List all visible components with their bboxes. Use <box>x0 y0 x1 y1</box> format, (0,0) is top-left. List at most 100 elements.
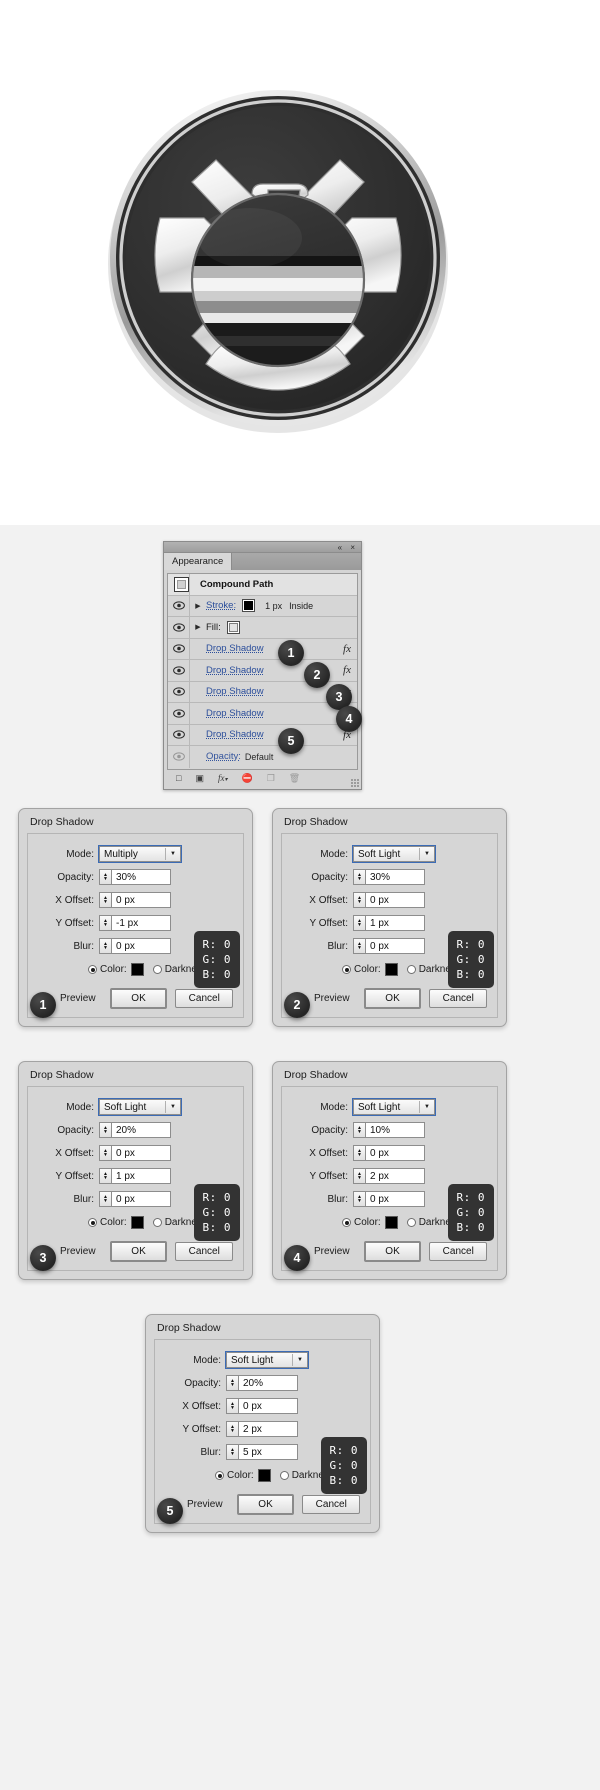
expand-triangle-icon[interactable]: ▶ <box>190 596 206 617</box>
duplicate-item-icon[interactable]: ❐ <box>267 773 275 783</box>
visibility-eye-icon[interactable] <box>168 660 190 681</box>
shadow-color-swatch[interactable] <box>130 963 144 976</box>
opacity-input[interactable]: 30% <box>365 869 425 885</box>
ok-button[interactable]: OK <box>236 1494 295 1515</box>
appearance-row-drop-shadow-4[interactable]: ▶ Drop Shadow fx <box>168 703 357 725</box>
visibility-eye-icon-disabled[interactable] <box>168 746 190 768</box>
tab-appearance[interactable]: Appearance <box>164 553 233 570</box>
x-offset-stepper[interactable]: ▲ ▼ <box>353 892 365 908</box>
cancel-button[interactable]: Cancel <box>429 1242 487 1261</box>
preview-label[interactable]: Preview <box>187 1499 223 1510</box>
drop-shadow-label[interactable]: Drop Shadow <box>206 643 264 654</box>
blending-mode-select[interactable]: Multiply ▼ <box>98 845 182 863</box>
darkness-radio[interactable] <box>279 1471 289 1480</box>
blur-stepper[interactable]: ▲ ▼ <box>353 938 365 954</box>
x-offset-input[interactable]: 0 px <box>238 1398 298 1414</box>
cancel-button[interactable]: Cancel <box>302 1495 360 1514</box>
drop-shadow-dialog-4[interactable]: Drop Shadow Mode: Soft Light ▼ Opacity: … <box>272 1061 507 1280</box>
darkness-radio[interactable] <box>406 1218 416 1227</box>
color-radio[interactable] <box>342 1218 351 1227</box>
blur-stepper[interactable]: ▲ ▼ <box>99 938 111 954</box>
ok-button[interactable]: OK <box>363 1241 422 1262</box>
appearance-panel[interactable]: « × Appearance Compound Path ▶ Stroke: 1… <box>163 541 362 790</box>
visibility-eye-icon[interactable] <box>168 681 190 702</box>
opacity-stepper[interactable]: ▲ ▼ <box>99 869 111 885</box>
x-offset-stepper[interactable]: ▲ ▼ <box>226 1398 238 1414</box>
cancel-button[interactable]: Cancel <box>429 989 487 1008</box>
blur-stepper[interactable]: ▲ ▼ <box>99 1191 111 1207</box>
opacity-input[interactable]: 20% <box>111 1122 171 1138</box>
drop-shadow-dialog-5[interactable]: Drop Shadow Mode: Soft Light ▼ Opacity: … <box>145 1314 380 1533</box>
appearance-row-fill[interactable]: ▶ Fill: <box>168 617 357 639</box>
shadow-color-swatch[interactable] <box>257 1469 271 1482</box>
drop-shadow-label[interactable]: Drop Shadow <box>206 708 264 719</box>
appearance-row-drop-shadow-1[interactable]: ▶ Drop Shadow fx <box>168 638 357 660</box>
new-art-basic-appearance-icon[interactable]: □ <box>176 773 181 783</box>
stroke-label[interactable]: Stroke: <box>206 600 236 611</box>
shadow-color-swatch[interactable] <box>384 1216 398 1229</box>
visibility-eye-icon[interactable] <box>168 638 190 659</box>
no-effect-icon[interactable]: ⛔ <box>241 773 252 783</box>
y-offset-input[interactable]: 1 px <box>365 915 425 931</box>
darkness-radio[interactable] <box>152 965 162 974</box>
appearance-panel-footer[interactable]: □ ▣ fx▾ ⛔ ❐ 🗑 <box>167 770 358 786</box>
chevron-down-icon[interactable]: ▼ <box>167 1101 179 1113</box>
ok-button[interactable]: OK <box>109 988 168 1009</box>
preview-label[interactable]: Preview <box>60 1246 96 1257</box>
x-offset-stepper[interactable]: ▲ ▼ <box>99 1145 111 1161</box>
x-offset-stepper[interactable]: ▲ ▼ <box>99 892 111 908</box>
blur-input[interactable]: 0 px <box>365 938 425 954</box>
opacity-stepper[interactable]: ▲ ▼ <box>353 869 365 885</box>
opacity-label[interactable]: Opacity: <box>206 751 241 762</box>
darkness-radio[interactable] <box>406 965 416 974</box>
blur-input[interactable]: 0 px <box>365 1191 425 1207</box>
y-offset-stepper[interactable]: ▲ ▼ <box>99 915 111 931</box>
color-radio[interactable] <box>342 965 351 974</box>
blur-stepper[interactable]: ▲ ▼ <box>353 1191 365 1207</box>
drop-shadow-dialog-1[interactable]: Drop Shadow Mode: Multiply ▼ Opacity: ▲ ▼… <box>18 808 253 1027</box>
y-offset-input[interactable]: 2 px <box>238 1421 298 1437</box>
visibility-eye-icon[interactable] <box>168 617 190 638</box>
y-offset-input[interactable]: -1 px <box>111 915 171 931</box>
chevron-down-icon[interactable]: ▼ <box>294 1354 306 1366</box>
ok-button[interactable]: OK <box>109 1241 168 1262</box>
drop-shadow-dialog-3[interactable]: Drop Shadow Mode: Soft Light ▼ Opacity: … <box>18 1061 253 1280</box>
y-offset-stepper[interactable]: ▲ ▼ <box>353 1168 365 1184</box>
appearance-row-drop-shadow-5[interactable]: ▶ Drop Shadow fx <box>168 724 357 746</box>
drop-shadow-label[interactable]: Drop Shadow <box>206 686 264 697</box>
delete-item-icon[interactable]: 🗑 <box>289 773 300 783</box>
y-offset-input[interactable]: 2 px <box>365 1168 425 1184</box>
appearance-row-stroke[interactable]: ▶ Stroke: 1 px Inside <box>168 595 357 617</box>
ok-button[interactable]: OK <box>363 988 422 1009</box>
y-offset-stepper[interactable]: ▲ ▼ <box>99 1168 111 1184</box>
blur-stepper[interactable]: ▲ ▼ <box>226 1444 238 1460</box>
opacity-stepper[interactable]: ▲ ▼ <box>99 1122 111 1138</box>
fx-icon[interactable]: fx <box>343 643 351 655</box>
chevron-down-icon[interactable]: ▼ <box>167 848 179 860</box>
drop-shadow-label[interactable]: Drop Shadow <box>206 665 264 676</box>
blur-input[interactable]: 0 px <box>111 1191 171 1207</box>
visibility-eye-icon[interactable] <box>168 595 190 616</box>
opacity-input[interactable]: 10% <box>365 1122 425 1138</box>
color-radio[interactable] <box>215 1471 224 1480</box>
preview-label[interactable]: Preview <box>314 1246 350 1257</box>
x-offset-input[interactable]: 0 px <box>365 892 425 908</box>
y-offset-stepper[interactable]: ▲ ▼ <box>226 1421 238 1437</box>
opacity-stepper[interactable]: ▲ ▼ <box>226 1375 238 1391</box>
preview-label[interactable]: Preview <box>314 993 350 1004</box>
blur-input[interactable]: 0 px <box>111 938 171 954</box>
blending-mode-select[interactable]: Soft Light ▼ <box>225 1351 309 1369</box>
x-offset-input[interactable]: 0 px <box>365 1145 425 1161</box>
panel-resize-grip[interactable] <box>351 779 359 787</box>
panel-tab-row[interactable]: Appearance <box>164 553 361 570</box>
fill-label[interactable]: Fill: <box>206 622 221 633</box>
stroke-color-swatch[interactable] <box>242 599 256 613</box>
blur-input[interactable]: 5 px <box>238 1444 298 1460</box>
cancel-button[interactable]: Cancel <box>175 1242 233 1261</box>
y-offset-input[interactable]: 1 px <box>111 1168 171 1184</box>
chevron-down-icon[interactable]: ▼ <box>421 848 433 860</box>
color-radio[interactable] <box>88 1218 97 1227</box>
blending-mode-select[interactable]: Soft Light ▼ <box>98 1098 182 1116</box>
panel-collapse-close-icons[interactable]: « × <box>338 542 358 553</box>
x-offset-stepper[interactable]: ▲ ▼ <box>353 1145 365 1161</box>
